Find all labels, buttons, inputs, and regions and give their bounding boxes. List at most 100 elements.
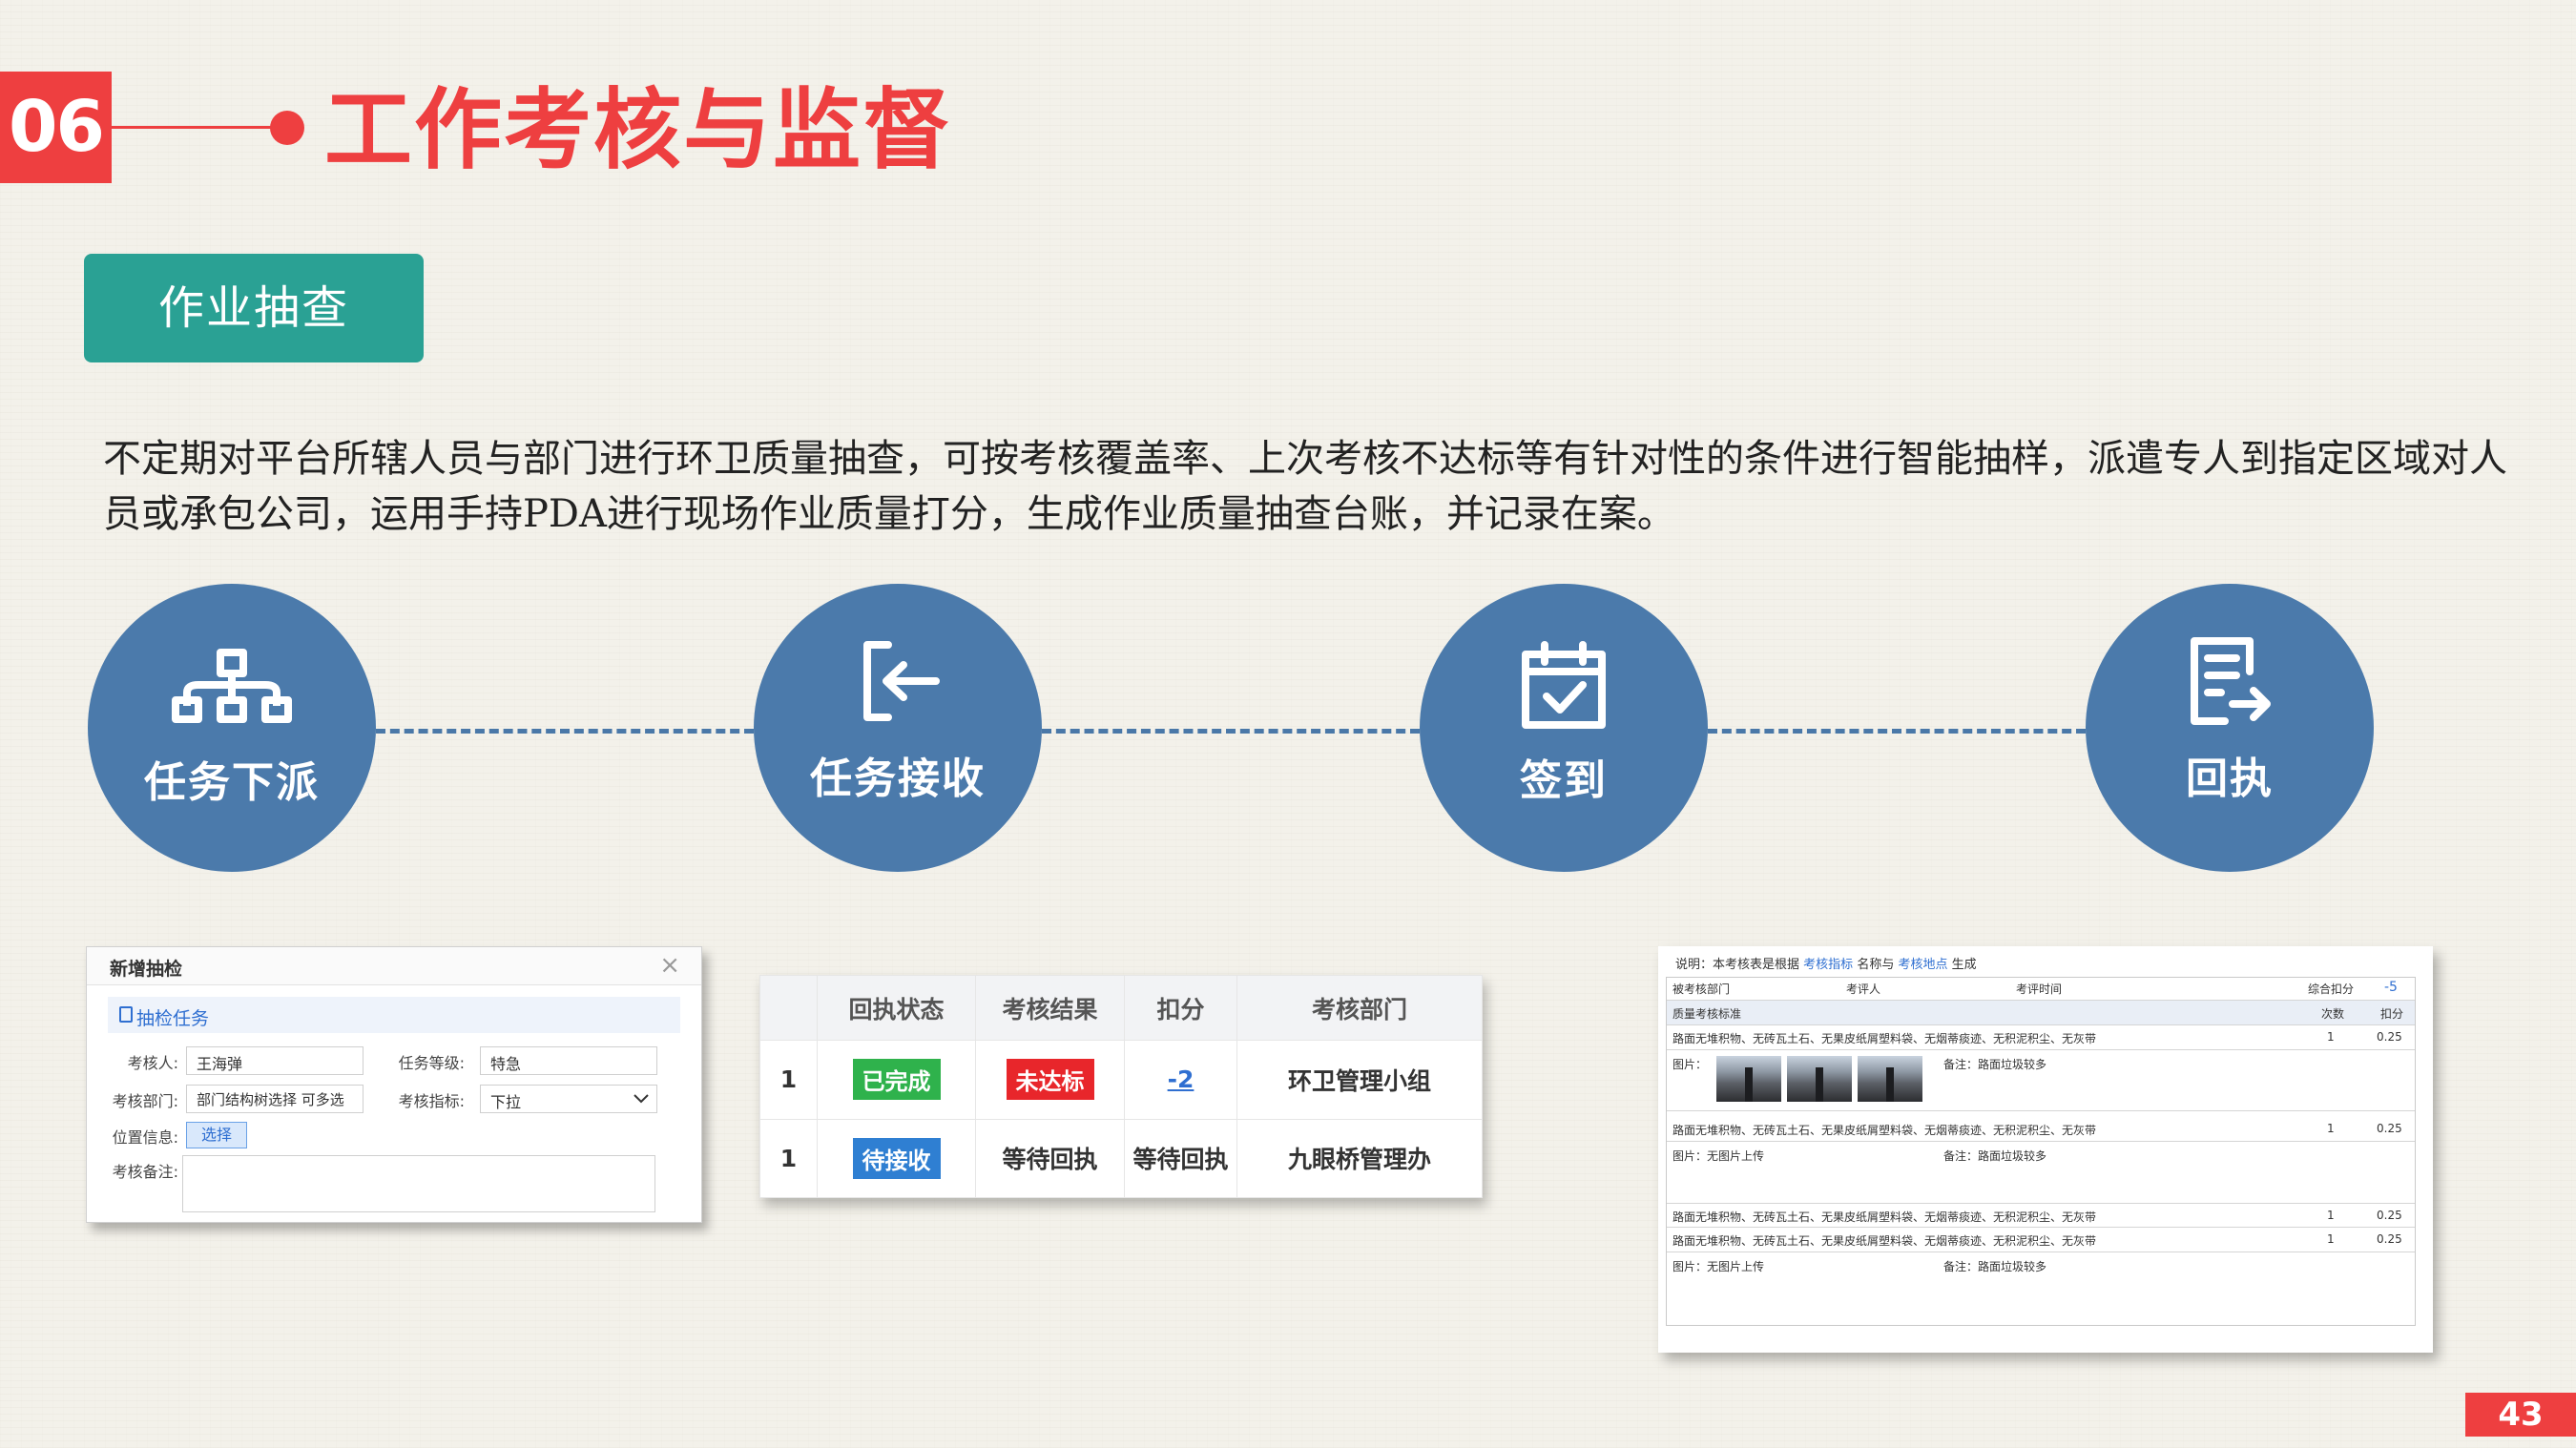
item-deduct: 0.25 bbox=[2377, 1209, 2402, 1222]
photo-row: 图片：无图片上传 备注：路面垃圾较多 bbox=[1667, 1252, 2415, 1291]
total-value: -5 bbox=[2384, 980, 2398, 995]
result-cell: 等待回执 bbox=[975, 1118, 1125, 1198]
index-label: 考核指标: bbox=[398, 1092, 465, 1110]
standard-item-row: 路面无堆积物、无砖瓦土石、无果皮纸屑塑料袋、无烟蒂痰迹、无积泥积尘、无灰带 1 … bbox=[1667, 1203, 2415, 1228]
select-location-button[interactable]: 选择 bbox=[186, 1122, 247, 1148]
photo-thumbnail[interactable] bbox=[1787, 1056, 1852, 1102]
note-text: 名称与 bbox=[1857, 958, 1895, 972]
flow-step-label: 签到 bbox=[1520, 756, 1608, 805]
note-text: 说明：本考核表是根据 bbox=[1675, 958, 1800, 972]
status-badge: 待接收 bbox=[852, 1137, 941, 1179]
report-note: 说明：本考核表是根据 考核指标 名称与 考核地点 生成 bbox=[1675, 954, 1977, 972]
flow-step-receive: 任务接收 bbox=[754, 584, 1042, 872]
standard-item-row: 路面无堆积物、无砖瓦土石、无果皮纸屑塑料袋、无烟蒂痰迹、无积泥积尘、无灰带 1 … bbox=[1667, 1025, 2415, 1050]
flow-connector bbox=[1042, 729, 1420, 734]
page-number: 43 bbox=[2465, 1393, 2576, 1437]
receipt-status-table: 回执状态 考核结果 扣分 考核部门 1 已完成 未达标 -2 环卫管理小组 1 … bbox=[759, 975, 1483, 1198]
form-section-title: 抽检任务 bbox=[136, 1008, 210, 1029]
time-header: 考评时间 bbox=[2016, 983, 2063, 996]
report-table: 被考核部门 考评人 考评时间 综合扣分 -5 质量考核标准 次数 扣分 路面无堆… bbox=[1666, 977, 2416, 1326]
note-text: 生成 bbox=[1951, 958, 1977, 972]
item-count: 1 bbox=[2327, 1030, 2335, 1044]
column-header bbox=[759, 975, 818, 1041]
photo-thumbnail[interactable] bbox=[1716, 1056, 1781, 1102]
dept-label: 考核部门: bbox=[112, 1092, 178, 1110]
section-number: 06 bbox=[0, 72, 112, 183]
item-text: 路面无堆积物、无砖瓦土石、无果皮纸屑塑料袋、无烟蒂痰迹、无积泥积尘、无灰带 bbox=[1672, 1210, 2097, 1224]
photo-thumbnail[interactable] bbox=[1858, 1056, 1922, 1102]
no-photo-text: 图片：无图片上传 bbox=[1672, 1149, 1765, 1163]
assessor-field[interactable]: 王海弹 bbox=[186, 1046, 364, 1075]
document-icon bbox=[119, 1006, 133, 1023]
item-text: 路面无堆积物、无砖瓦土石、无果皮纸屑塑料袋、无烟蒂痰迹、无积泥积尘、无灰带 bbox=[1672, 1124, 2097, 1137]
standard-header-row: 质量考核标准 次数 扣分 bbox=[1667, 1001, 2415, 1025]
indicator-link[interactable]: 考核指标 bbox=[1803, 958, 1853, 972]
table-row[interactable]: 1 待接收 等待回执 等待回执 九眼桥管理办 bbox=[759, 1118, 1483, 1198]
assessor-label: 考核人: bbox=[127, 1054, 178, 1072]
level-field[interactable]: 特急 bbox=[480, 1046, 657, 1075]
remark-text: 备注：路面垃圾较多 bbox=[1943, 1058, 2047, 1071]
item-deduct: 0.25 bbox=[2377, 1122, 2402, 1135]
no-photo-text: 图片：无图片上传 bbox=[1672, 1260, 1765, 1273]
score-cell: 等待回执 bbox=[1124, 1118, 1237, 1198]
section-connector-line bbox=[112, 126, 283, 129]
row-number: 1 bbox=[759, 1118, 818, 1198]
reviewer-header: 考评人 bbox=[1846, 983, 1881, 996]
status-badge: 已完成 bbox=[852, 1059, 941, 1101]
remark-text: 备注：路面垃圾较多 bbox=[1943, 1149, 2047, 1163]
item-text: 路面无堆积物、无砖瓦土石、无果皮纸屑塑料袋、无烟蒂痰迹、无积泥积尘、无灰带 bbox=[1672, 1032, 2097, 1045]
remark-textarea[interactable] bbox=[182, 1155, 655, 1212]
sign-in-icon bbox=[754, 633, 1042, 721]
item-count: 1 bbox=[2327, 1122, 2335, 1135]
score-link[interactable]: -2 bbox=[1168, 1065, 1195, 1093]
column-header: 考核结果 bbox=[975, 975, 1125, 1041]
count-header: 次数 bbox=[2321, 1007, 2345, 1021]
report-header-row: 被考核部门 考评人 考评时间 综合扣分 -5 bbox=[1667, 978, 2415, 1001]
description-text: 不定期对平台所辖人员与部门进行环卫质量抽查，可按考核覆盖率、上次考核不达标等有针… bbox=[103, 437, 2507, 536]
deduct-header: 扣分 bbox=[2380, 1007, 2404, 1021]
document-arrow-icon bbox=[2086, 633, 2374, 725]
index-dropdown-value: 下拉 bbox=[490, 1093, 522, 1111]
calendar-check-icon bbox=[1420, 639, 1708, 729]
column-header: 回执状态 bbox=[817, 975, 976, 1041]
row-number: 1 bbox=[759, 1040, 818, 1120]
standard-item-row: 路面无堆积物、无砖瓦土石、无果皮纸屑塑料袋、无烟蒂痰迹、无积泥积尘、无灰带 1 … bbox=[1667, 1117, 2415, 1142]
column-header: 扣分 bbox=[1124, 975, 1237, 1041]
flow-step-label: 任务接收 bbox=[810, 755, 986, 803]
total-header: 综合扣分 bbox=[2308, 983, 2355, 996]
table-row[interactable]: 1 已完成 未达标 -2 环卫管理小组 bbox=[759, 1040, 1483, 1120]
standard-label: 质量考核标准 bbox=[1672, 1007, 1742, 1021]
dept-tree-select[interactable]: 部门结构树选择 可多选 bbox=[186, 1085, 364, 1113]
item-count: 1 bbox=[2327, 1232, 2335, 1246]
flow-step-label: 回执 bbox=[2186, 755, 2274, 803]
dialog-title: 新增抽检 bbox=[110, 959, 183, 980]
dialog-header: 新增抽检 × bbox=[87, 947, 701, 985]
flow-connector bbox=[1708, 729, 2086, 734]
assessment-report: 说明：本考核表是根据 考核指标 名称与 考核地点 生成 被考核部门 考评人 考评… bbox=[1658, 946, 2433, 1353]
chevron-down-icon bbox=[634, 1094, 649, 1104]
item-deduct: 0.25 bbox=[2377, 1232, 2402, 1246]
item-text: 路面无堆积物、无砖瓦土石、无果皮纸屑塑料袋、无烟蒂痰迹、无积泥积尘、无灰带 bbox=[1672, 1234, 2097, 1248]
standard-item-row: 路面无堆积物、无砖瓦土石、无果皮纸屑塑料袋、无烟蒂痰迹、无积泥积尘、无灰带 1 … bbox=[1667, 1228, 2415, 1252]
form-section-header: 抽检任务 bbox=[108, 997, 680, 1033]
page-title: 工作考核与监督 bbox=[324, 79, 953, 181]
location-link[interactable]: 考核地点 bbox=[1898, 958, 1947, 972]
hierarchy-icon bbox=[88, 647, 376, 733]
result-badge: 未达标 bbox=[1006, 1059, 1094, 1101]
flow-step-checkin: 签到 bbox=[1420, 584, 1708, 872]
table-header-row: 回执状态 考核结果 扣分 考核部门 bbox=[759, 975, 1483, 1041]
section-tag: 作业抽查 bbox=[84, 254, 424, 362]
flow-step-dispatch: 任务下派 bbox=[88, 584, 376, 872]
photo-row: 图片：无图片上传 备注：路面垃圾较多 bbox=[1667, 1142, 2415, 1199]
index-dropdown[interactable]: 下拉 bbox=[480, 1085, 657, 1113]
remark-label: 考核备注: bbox=[112, 1163, 178, 1181]
remark-text: 备注：路面垃圾较多 bbox=[1943, 1260, 2047, 1273]
new-inspection-dialog: 新增抽检 × 抽检任务 考核人: 王海弹 任务等级: 特急 考核部门: 部门结构… bbox=[86, 946, 702, 1223]
flow-step-receipt: 回执 bbox=[2086, 584, 2374, 872]
dept-cell: 环卫管理小组 bbox=[1236, 1040, 1483, 1120]
level-label: 任务等级: bbox=[398, 1054, 465, 1072]
location-label: 位置信息: bbox=[112, 1128, 178, 1147]
close-icon[interactable]: × bbox=[659, 951, 680, 980]
item-count: 1 bbox=[2327, 1209, 2335, 1222]
dept-cell: 九眼桥管理办 bbox=[1236, 1118, 1483, 1198]
